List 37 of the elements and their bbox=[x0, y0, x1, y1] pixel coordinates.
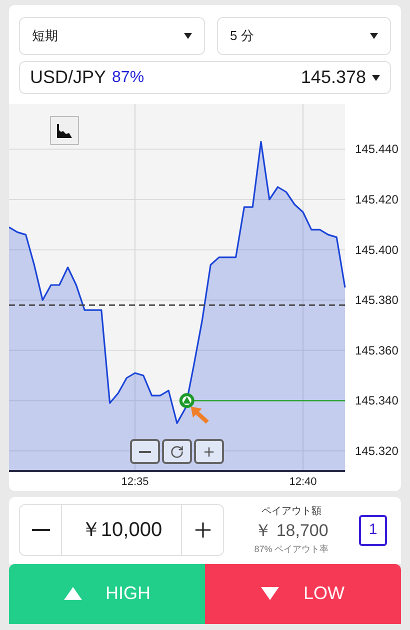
payout-rate-label: 87% ペイアウト率 bbox=[254, 543, 329, 556]
zoom-in-button[interactable] bbox=[194, 439, 224, 464]
open-positions-button[interactable]: 1 bbox=[359, 514, 387, 546]
y-axis-label: 145.320 bbox=[355, 444, 398, 458]
asset-selector[interactable]: USD/JPY 87% 145.378 bbox=[19, 61, 391, 94]
chart-type-button[interactable] bbox=[50, 116, 79, 145]
payout-amount: ￥ 18,700 bbox=[254, 520, 328, 542]
current-price: 145.378 bbox=[300, 66, 366, 89]
low-button[interactable]: LOW bbox=[205, 564, 401, 624]
down-triangle-icon bbox=[261, 587, 280, 600]
minus-icon bbox=[139, 450, 151, 452]
y-axis-label: 145.360 bbox=[355, 343, 398, 358]
reset-zoom-button[interactable] bbox=[162, 439, 192, 464]
up-triangle-icon bbox=[64, 587, 82, 600]
payout-rate: 87% bbox=[112, 68, 144, 88]
y-axis-label: 145.440 bbox=[355, 142, 398, 156]
pointer-arrow-icon bbox=[190, 406, 209, 424]
payout-label: ペイアウト額 bbox=[262, 504, 322, 519]
y-axis-label: 145.400 bbox=[355, 242, 398, 257]
dropdown-caret-icon bbox=[372, 74, 380, 80]
dropdown-caret-icon bbox=[370, 33, 378, 39]
plus-icon bbox=[202, 444, 216, 458]
y-axis-label: 145.420 bbox=[355, 192, 398, 207]
entry-marker bbox=[179, 393, 194, 408]
currency-pair: USD/JPY bbox=[30, 66, 106, 89]
dropdown-value: 5 分 bbox=[230, 27, 254, 46]
y-axis-label: 145.340 bbox=[355, 394, 398, 408]
area-chart-icon bbox=[57, 124, 72, 138]
dropdown-caret-icon bbox=[184, 33, 192, 39]
dropdown[interactable]: 5 分 bbox=[217, 17, 391, 55]
y-axis-label: 145.380 bbox=[355, 293, 398, 308]
x-axis-label: 12:40 bbox=[289, 476, 317, 488]
x-axis-label: 12:35 bbox=[121, 476, 149, 488]
refresh-icon bbox=[170, 444, 184, 458]
dropdown-value: 短期 bbox=[32, 27, 58, 46]
zoom-out-button[interactable] bbox=[130, 439, 160, 464]
dropdown[interactable]: 短期 bbox=[19, 17, 205, 55]
